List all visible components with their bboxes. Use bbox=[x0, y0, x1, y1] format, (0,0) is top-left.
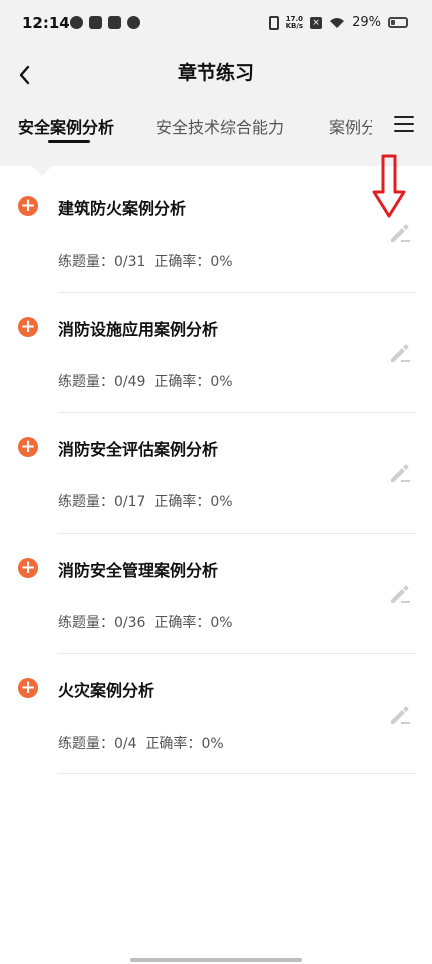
count-label: 练题量： bbox=[58, 254, 114, 270]
tab-active-indicator bbox=[48, 140, 90, 143]
divider bbox=[58, 292, 416, 293]
tab-safety-case-analysis[interactable]: 安全案例分析 bbox=[18, 114, 114, 138]
accuracy-value: 0% bbox=[210, 374, 233, 390]
chapter-title: 消防设施应用案例分析 bbox=[58, 320, 219, 339]
pencil-icon[interactable] bbox=[388, 221, 412, 245]
chapter-stats: 练题量：0/49 正确率：0% bbox=[58, 371, 233, 391]
count-value: 0/17 bbox=[114, 494, 146, 510]
accuracy-label: 正确率： bbox=[154, 374, 211, 390]
hamburger-menu-icon[interactable] bbox=[394, 116, 414, 134]
plus-icon[interactable]: + bbox=[18, 558, 38, 578]
home-indicator[interactable] bbox=[130, 958, 302, 962]
play-store-icon bbox=[89, 16, 102, 29]
status-time: 12:14 bbox=[22, 14, 70, 32]
count-value: 0/49 bbox=[114, 374, 146, 390]
red-down-arrow-icon bbox=[372, 154, 406, 218]
accuracy-value: 0% bbox=[210, 615, 233, 631]
notification-icons bbox=[70, 16, 140, 29]
x-icon: × bbox=[310, 16, 323, 29]
accuracy-label: 正确率： bbox=[154, 615, 211, 631]
chapter-title: 消防安全评估案例分析 bbox=[58, 440, 219, 459]
count-label: 练题量： bbox=[58, 374, 114, 390]
mail-icon bbox=[108, 16, 121, 29]
accuracy-label: 正确率： bbox=[154, 254, 211, 270]
plus-icon[interactable]: + bbox=[18, 317, 38, 337]
count-label: 练题量： bbox=[58, 615, 114, 631]
network-speed: 17.0 KB/s bbox=[285, 15, 304, 30]
chapter-stats: 练题量：0/36 正确率：0% bbox=[58, 612, 233, 632]
status-right: 17.0 KB/s × 29% bbox=[268, 15, 408, 30]
pencil-icon[interactable] bbox=[388, 461, 412, 485]
accuracy-value: 0% bbox=[210, 494, 233, 510]
count-value: 0/36 bbox=[114, 615, 146, 631]
divider bbox=[58, 653, 416, 654]
count-label: 练题量： bbox=[58, 494, 114, 510]
accuracy-value: 0% bbox=[201, 736, 224, 752]
pencil-icon[interactable] bbox=[388, 582, 412, 606]
check-circle-icon bbox=[70, 16, 83, 29]
divider bbox=[58, 533, 416, 534]
accuracy-value: 0% bbox=[210, 254, 233, 270]
screen: 12:14 17.0 KB/s × 29% 章节练习 安全案例分析 安全技术综合… bbox=[0, 0, 432, 964]
battery-percent: 29% bbox=[352, 15, 381, 30]
crown-icon bbox=[127, 16, 140, 29]
tab-pointer bbox=[32, 166, 52, 176]
pencil-icon[interactable] bbox=[388, 341, 412, 365]
tab-case-analysis[interactable]: 案例分 bbox=[329, 114, 377, 138]
plus-icon[interactable]: + bbox=[18, 437, 38, 457]
chapter-stats: 练题量：0/31 正确率：0% bbox=[58, 251, 233, 271]
status-bar: 12:14 17.0 KB/s × 29% bbox=[0, 0, 432, 52]
tab-safety-tech-ability[interactable]: 安全技术综合能力 bbox=[156, 114, 284, 138]
divider bbox=[58, 773, 416, 774]
accuracy-label: 正确率： bbox=[145, 736, 202, 752]
count-label: 练题量： bbox=[58, 736, 114, 752]
chapter-title: 火灾案例分析 bbox=[58, 681, 155, 700]
chapter-title: 消防安全管理案例分析 bbox=[58, 561, 219, 580]
count-value: 0/4 bbox=[114, 736, 137, 752]
header: 章节练习 bbox=[0, 52, 432, 100]
battery-level bbox=[391, 20, 395, 25]
network-speed-unit: KB/s bbox=[285, 21, 304, 30]
chapter-title: 建筑防火案例分析 bbox=[58, 199, 187, 218]
battery-icon bbox=[388, 17, 408, 28]
vibrate-icon bbox=[268, 15, 279, 30]
pencil-icon[interactable] bbox=[388, 703, 412, 727]
count-value: 0/31 bbox=[114, 254, 146, 270]
accuracy-label: 正确率： bbox=[154, 494, 211, 510]
wifi-icon bbox=[330, 17, 345, 28]
plus-icon[interactable]: + bbox=[18, 196, 38, 216]
chapter-stats: 练题量：0/4 正确率：0% bbox=[58, 733, 224, 753]
page-title: 章节练习 bbox=[177, 62, 254, 84]
divider bbox=[58, 412, 416, 413]
plus-icon[interactable]: + bbox=[18, 678, 38, 698]
tab-bar: 安全案例分析 安全技术综合能力 案例分 bbox=[0, 100, 432, 166]
chapter-stats: 练题量：0/17 正确率：0% bbox=[58, 491, 233, 511]
